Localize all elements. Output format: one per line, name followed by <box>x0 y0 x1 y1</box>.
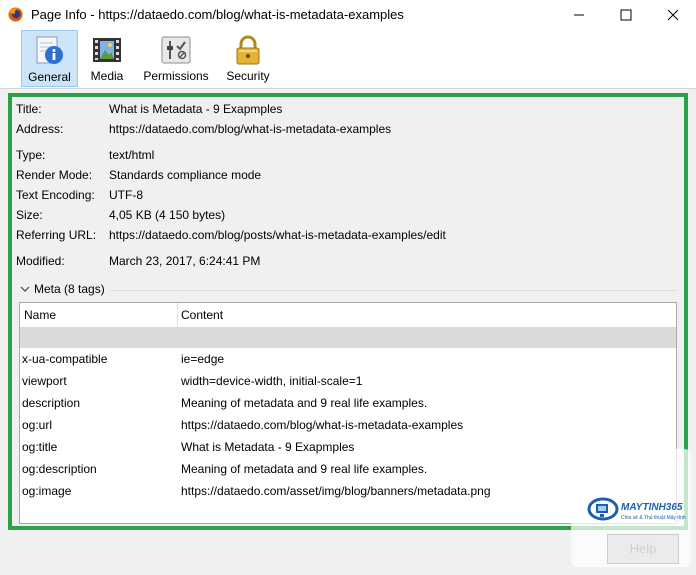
meta-section-label: Meta (8 tags) <box>34 282 105 296</box>
permissions-icon <box>161 36 191 64</box>
column-header-content[interactable]: Content <box>181 308 223 322</box>
field-label: Referring URL: <box>16 228 97 242</box>
cell-name: x-ua-compatible <box>22 352 108 366</box>
tab-security-label: Security <box>226 69 270 83</box>
table-row[interactable]: viewport width=device-width, initial-sca… <box>20 371 676 393</box>
table-header: Name Content <box>20 303 676 328</box>
field-label: Title: <box>16 102 42 116</box>
close-button[interactable] <box>650 0 696 30</box>
field-label: Text Encoding: <box>16 188 95 202</box>
cell-content: width=device-width, initial-scale=1 <box>181 374 363 388</box>
info-icon <box>36 36 63 64</box>
field-value[interactable]: 4,05 KB (4 150 bytes) <box>109 208 225 222</box>
maximize-icon <box>620 9 632 21</box>
field-value[interactable]: https://dataedo.com/blog/posts/what-is-m… <box>109 228 446 242</box>
cell-content: ie=edge <box>181 352 225 366</box>
cell-name: viewport <box>22 374 67 388</box>
table-row[interactable]: og:url https://dataedo.com/blog/what-is-… <box>20 415 676 437</box>
field-label: Size: <box>16 208 43 222</box>
toolbar: General Media Permissions Security <box>0 30 696 89</box>
field-value[interactable]: UTF-8 <box>109 188 143 202</box>
cell-content: What is Metadata - 9 Exapmples <box>181 440 355 454</box>
watermark-brand: MAYTINH365 <box>621 502 683 513</box>
cell-content: https://dataedo.com/blog/what-is-metadat… <box>181 418 464 432</box>
table-row[interactable]: description Meaning of metadata and 9 re… <box>20 393 676 415</box>
column-separator[interactable] <box>177 303 178 327</box>
chevron-down-icon <box>20 286 30 292</box>
globe-monitor-icon <box>587 497 619 521</box>
table-row-selected[interactable] <box>20 327 676 348</box>
cell-name: og:url <box>22 418 53 432</box>
field-value[interactable]: March 23, 2017, 6:24:41 PM <box>109 254 260 268</box>
cell-name: og:title <box>22 440 58 454</box>
field-label: Address: <box>16 122 64 136</box>
tab-permissions[interactable]: Permissions <box>141 30 211 87</box>
tab-general-label: General <box>28 70 71 84</box>
close-icon <box>667 9 679 21</box>
field-label: Render Mode: <box>16 168 93 182</box>
media-icon <box>93 38 121 62</box>
tab-permissions-label: Permissions <box>143 69 209 83</box>
field-value[interactable]: https://dataedo.com/blog/what-is-metadat… <box>109 122 391 136</box>
minimize-button[interactable] <box>556 0 602 30</box>
tab-media-label: Media <box>90 69 124 83</box>
lock-icon <box>236 35 260 65</box>
field-label: Type: <box>16 148 46 162</box>
help-button[interactable]: Help <box>607 534 679 564</box>
cell-name: og:description <box>22 462 97 476</box>
cell-name: description <box>22 396 81 410</box>
firefox-icon <box>8 7 23 22</box>
title-bar: Page Info - https://dataedo.com/blog/wha… <box>0 0 696 30</box>
maximize-button[interactable] <box>603 0 649 30</box>
watermark-tagline: Chia sẻ & Thủ thuật Máy tính <box>621 515 686 521</box>
tab-general[interactable]: General <box>21 30 78 87</box>
tab-security[interactable]: Security <box>220 30 276 87</box>
cell-content: Meaning of metadata and 9 real life exam… <box>181 396 428 410</box>
field-value[interactable]: Standards compliance mode <box>109 168 261 182</box>
minimize-icon <box>574 14 584 16</box>
column-header-name[interactable]: Name <box>24 308 56 322</box>
cell-content: Meaning of metadata and 9 real life exam… <box>181 462 428 476</box>
table-row[interactable]: x-ua-compatible ie=edge <box>20 349 676 371</box>
window-title: Page Info - https://dataedo.com/blog/wha… <box>31 7 404 22</box>
field-value[interactable]: What is Metadata - 9 Exapmples <box>109 102 282 116</box>
cell-content: https://dataedo.com/asset/img/blog/banne… <box>181 484 491 498</box>
cell-name: og:image <box>22 484 72 498</box>
field-value[interactable]: text/html <box>109 148 154 162</box>
divider <box>110 290 678 291</box>
tab-media[interactable]: Media <box>83 30 131 87</box>
field-label: Modified: <box>16 254 65 268</box>
